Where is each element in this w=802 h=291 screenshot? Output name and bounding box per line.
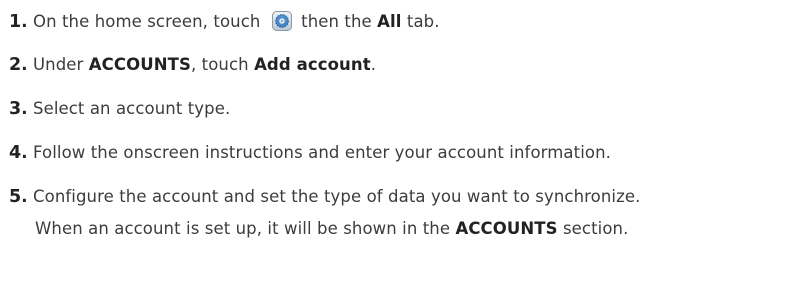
step-4: 4. Follow the onscreen instructions and … <box>9 143 611 163</box>
step-text: section. <box>557 219 629 238</box>
settings-icon <box>271 11 292 31</box>
step-2: 2. Under ACCOUNTS, touch Add account. <box>9 55 376 75</box>
step-text: . <box>370 55 377 74</box>
step-text: Under <box>27 55 89 74</box>
step-number: 5 <box>9 187 22 207</box>
step-text: then the <box>295 12 378 31</box>
step-text: Follow the onscreen instructions and ent… <box>27 143 611 162</box>
step-5-continuation: When an account is set up, it will be sh… <box>35 219 628 239</box>
step-text: Select an account type. <box>27 99 231 118</box>
accounts-label: ACCOUNTS <box>455 219 558 238</box>
step-number: 4 <box>9 143 22 163</box>
step-number: 3 <box>9 99 22 119</box>
step-text: Configure the account and set the type o… <box>27 187 641 206</box>
step-5: 5. Configure the account and set the typ… <box>9 187 640 207</box>
step-number: 2 <box>9 55 22 75</box>
step-number: 1 <box>9 12 22 32</box>
all-tab-label: All <box>377 12 402 31</box>
step-text: When an account is set up, it will be sh… <box>35 219 456 238</box>
add-account-label: Add account <box>254 55 371 74</box>
step-text: On the home screen, touch <box>27 12 266 31</box>
step-3: 3. Select an account type. <box>9 99 230 119</box>
accounts-label: ACCOUNTS <box>88 55 191 74</box>
step-text: , touch <box>190 55 255 74</box>
step-text: tab. <box>401 12 440 31</box>
step-1: 1. On the home screen, touch then the Al… <box>9 11 440 32</box>
